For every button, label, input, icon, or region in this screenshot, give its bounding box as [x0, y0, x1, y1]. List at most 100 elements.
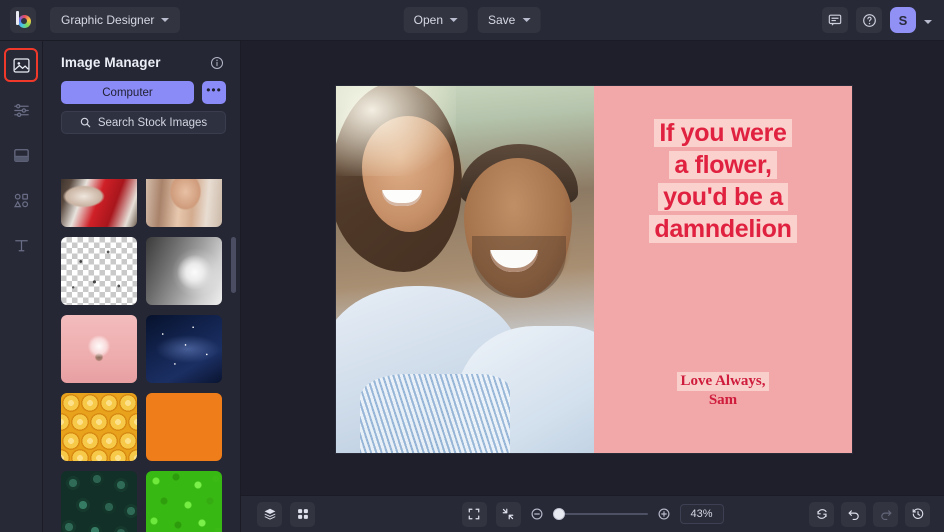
- befunky-logo[interactable]: [10, 7, 36, 33]
- topbar-center-actions: Open Save: [403, 7, 541, 33]
- info-circle-icon[interactable]: [210, 56, 224, 70]
- thumb-cat-red-fabric[interactable]: [61, 179, 137, 227]
- search-icon: [80, 117, 91, 128]
- signature-text-block[interactable]: Love Always, Sam: [594, 372, 852, 410]
- bottom-bar: 43%: [241, 495, 944, 532]
- thumb-galaxy-night-sky[interactable]: [146, 315, 222, 383]
- sidebar-item-text[interactable]: [6, 230, 36, 260]
- save-button[interactable]: Save: [478, 7, 541, 33]
- zoom-slider-thumb[interactable]: [552, 508, 565, 520]
- undo-button[interactable]: [841, 501, 866, 527]
- logo-b-stem: [16, 11, 19, 25]
- more-label: •••: [206, 83, 222, 97]
- redo-button[interactable]: [873, 501, 898, 527]
- layers-button[interactable]: [257, 501, 282, 527]
- fit-to-screen-button[interactable]: [461, 501, 487, 527]
- fit-to-screen-icon: [467, 507, 481, 521]
- redo-icon: [879, 507, 893, 521]
- thumb-green-moss[interactable]: [146, 471, 222, 532]
- search-placeholder-text: Search Stock Images: [97, 116, 208, 129]
- thumb-hands-embrace[interactable]: [146, 179, 222, 227]
- chevron-down-icon: [924, 20, 932, 24]
- photo-sun-glow: [336, 86, 456, 176]
- computer-upload-button[interactable]: Computer: [61, 81, 194, 104]
- app-root: Graphic Designer Open Save S Image Manag…: [0, 0, 944, 532]
- reset-rotate-icon: [815, 507, 829, 521]
- layers-icon: [263, 507, 277, 521]
- history-clock-icon: [911, 507, 925, 521]
- chevron-down-icon: [161, 18, 170, 22]
- bottombar-left-actions: [257, 501, 315, 527]
- thumbnail-grid: [61, 179, 227, 532]
- thumb-dandelion-transparent[interactable]: [61, 237, 137, 305]
- grid-view-icon: [296, 507, 310, 521]
- product-menu-label: Graphic Designer: [61, 13, 155, 27]
- avatar[interactable]: S: [890, 7, 916, 33]
- sidebar-item-image-manager[interactable]: [4, 48, 38, 82]
- computer-label: Computer: [102, 86, 153, 99]
- sidebar-item-layout[interactable]: [6, 140, 36, 170]
- open-label: Open: [413, 13, 443, 27]
- product-menu-button[interactable]: Graphic Designer: [50, 7, 181, 33]
- topbar-right-actions: S: [822, 7, 936, 33]
- photo-striped-shirt: [360, 374, 510, 453]
- more-sources-button[interactable]: •••: [202, 81, 226, 104]
- design-canvas[interactable]: If you were a flower, you'd be a damndel…: [336, 86, 852, 453]
- zoom-controls: 43%: [461, 501, 724, 527]
- image-icon: [12, 56, 31, 75]
- signature-line-1: Love Always,: [677, 372, 769, 391]
- stock-thumbnail-list[interactable]: [43, 179, 240, 532]
- signature-line-2: Sam: [708, 391, 738, 408]
- workspace[interactable]: If you were a flower, you'd be a damndel…: [241, 41, 944, 495]
- history-button[interactable]: [905, 501, 930, 527]
- sliders-icon: [12, 101, 31, 120]
- bottombar-right-actions: [809, 501, 930, 527]
- image-manager-panel: Image Manager Computer ••• Search Stock …: [43, 41, 241, 532]
- text-t-icon: [12, 236, 31, 255]
- sidebar-item-graphics[interactable]: [6, 185, 36, 215]
- quote-text-block[interactable]: If you were a flower, you'd be a damndel…: [594, 119, 852, 247]
- sidebar-item-edit[interactable]: [6, 95, 36, 125]
- quote-line-2: a flower,: [669, 151, 777, 179]
- quote-line-4: damndelion: [649, 215, 797, 243]
- panel-scrollbar[interactable]: [231, 237, 236, 293]
- chevron-down-icon: [450, 18, 458, 22]
- collapse-arrows-icon: [501, 507, 515, 521]
- chat-bubble-icon: [828, 13, 842, 27]
- tool-rail: [0, 41, 43, 532]
- panel-search-row: Search Stock Images: [43, 104, 240, 134]
- account-menu-button[interactable]: [924, 11, 936, 29]
- grid-view-button[interactable]: [290, 501, 315, 527]
- feedback-button[interactable]: [822, 7, 848, 33]
- layout-frame-icon: [12, 146, 31, 165]
- thumb-lemon-slices[interactable]: [61, 393, 137, 461]
- quote-line-3: you'd be a: [658, 183, 788, 211]
- search-stock-images-input[interactable]: Search Stock Images: [61, 111, 226, 134]
- design-right-panel[interactable]: If you were a flower, you'd be a damndel…: [594, 86, 852, 453]
- panel-header: Image Manager: [43, 41, 240, 70]
- zoom-in-icon[interactable]: [657, 507, 671, 521]
- shapes-icon: [12, 191, 31, 210]
- thumb-dandelion-pink[interactable]: [61, 315, 137, 383]
- thumb-orange-slices[interactable]: [146, 393, 222, 461]
- couple-smiling-photo[interactable]: [336, 86, 594, 453]
- zoom-level-value: 43%: [690, 508, 713, 520]
- thumb-dandelion-bw[interactable]: [146, 237, 222, 305]
- zoom-out-icon[interactable]: [530, 507, 544, 521]
- quote-line-1: If you were: [654, 119, 792, 147]
- logo-b-hole: [21, 18, 27, 24]
- undo-icon: [847, 507, 861, 521]
- thumb-dark-succulents[interactable]: [61, 471, 137, 532]
- chevron-down-icon: [522, 18, 531, 22]
- question-mark-icon: [862, 13, 877, 28]
- open-button[interactable]: Open: [403, 7, 468, 33]
- reset-button[interactable]: [809, 501, 834, 527]
- help-button[interactable]: [856, 7, 882, 33]
- panel-source-actions: Computer •••: [43, 70, 240, 104]
- collapse-view-button[interactable]: [495, 501, 521, 527]
- zoom-slider[interactable]: [552, 508, 648, 520]
- save-label: Save: [488, 13, 516, 27]
- zoom-level-field[interactable]: 43%: [679, 504, 724, 524]
- avatar-initial: S: [898, 12, 908, 28]
- top-bar: Graphic Designer Open Save S: [0, 0, 944, 41]
